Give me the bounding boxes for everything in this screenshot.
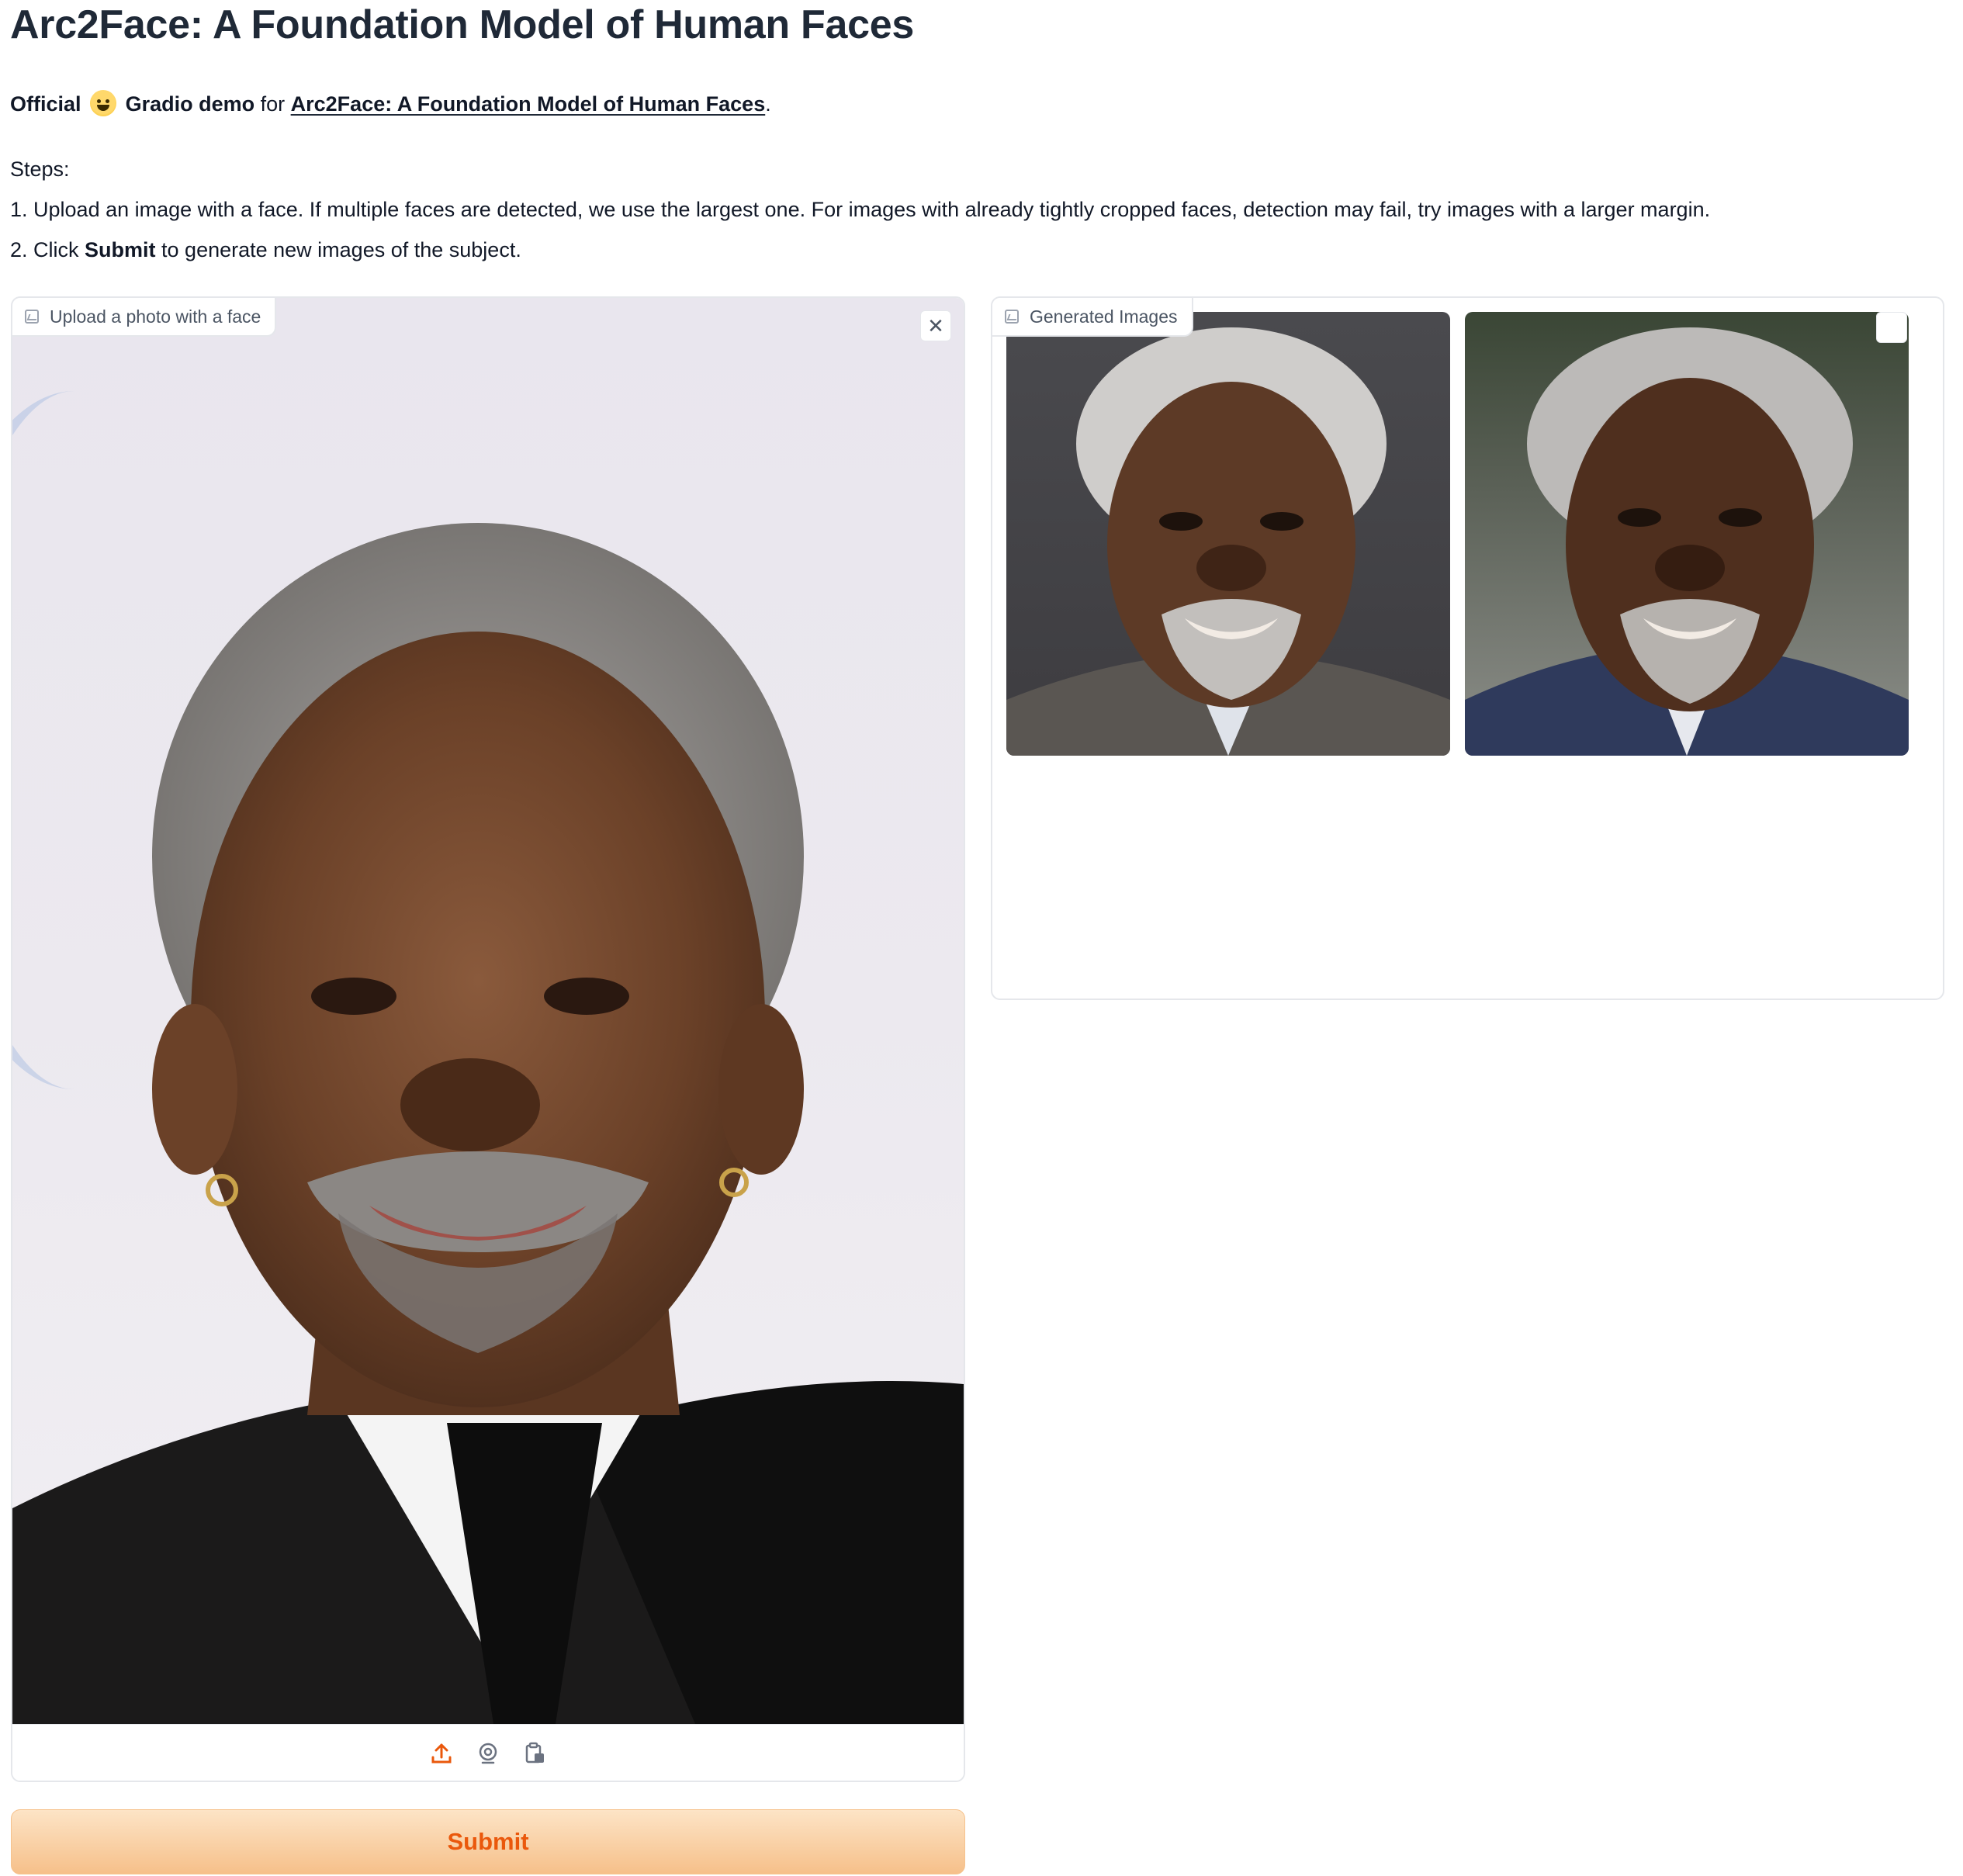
generated-portrait-2 [1465,327,1909,756]
gallery-select-checkbox[interactable] [1876,312,1907,343]
generated-images-panel: Generated Images [991,296,1944,1000]
step-2-prefix: 2. Click [10,238,85,261]
gradio-demo-label: Gradio demo [125,92,255,116]
upload-icon[interactable] [428,1740,455,1767]
intro-line: Official Gradio demo for Arc2Face: A Fou… [10,90,771,116]
uploaded-face-image [12,298,964,1724]
input-image-label: Upload a photo with a face [12,298,277,337]
step-1-text: 1. Upload an image with a face. If multi… [10,198,1711,221]
webcam-icon[interactable] [475,1740,501,1767]
input-image-label-text: Upload a photo with a face [50,306,261,327]
close-icon[interactable]: ✕ [920,310,951,341]
portrait-illustration [12,523,964,1724]
hugging-face-emoji-icon [90,90,117,116]
step-2-suffix: to generate new images of the subject. [155,238,521,261]
for-text: for [260,92,286,116]
generated-images-label-text: Generated Images [1030,306,1178,327]
image-source-toolbar [12,1724,964,1781]
steps-instructions: Steps: 1. Upload an image with a face. I… [10,149,1710,270]
generated-portrait-1 [1006,327,1450,756]
page-title: Arc2Face: A Foundation Model of Human Fa… [10,2,914,47]
step-2-bold: Submit [85,238,156,261]
official-label: Official [10,92,81,116]
clipboard-icon[interactable] [521,1740,548,1767]
steps-heading: Steps: [10,157,70,181]
generated-image-2[interactable] [1465,312,1909,756]
image-icon [25,310,39,324]
submit-button[interactable]: Submit [11,1809,965,1874]
generated-images-label: Generated Images [992,298,1193,337]
period-text: . [765,92,771,116]
input-image-panel[interactable]: Upload a photo with a face ✕ [11,296,965,1782]
step-2-text: 2. Click Submit to generate new images o… [10,230,1710,270]
paper-link[interactable]: Arc2Face: A Foundation Model of Human Fa… [291,92,766,116]
generated-image-1[interactable] [1006,312,1450,756]
image-icon [1005,310,1019,324]
